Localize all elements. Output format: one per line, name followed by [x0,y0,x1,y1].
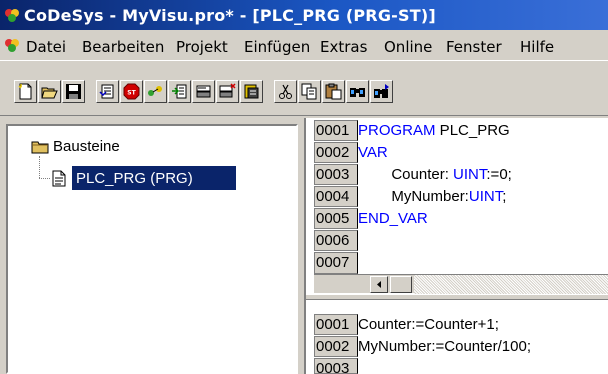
copy-icon [301,83,317,100]
save-button[interactable] [62,80,85,103]
find-icon [350,88,365,97]
body-line-number: 0001 [314,314,358,335]
decl-line-number: 0001 [314,120,358,141]
arrow-left-icon [377,281,381,288]
new-button[interactable] [14,80,37,103]
menu-datei[interactable]: Datei [26,38,66,56]
pou-document-icon [52,170,66,187]
body-line-1[interactable]: Counter:=Counter+1; [358,315,499,334]
window-title: CoDeSys - MyVisu.pro* - [PLC_PRG (PRG-ST… [24,6,436,25]
declaration-hscrollbar[interactable] [314,274,608,294]
step-icon [244,84,259,99]
stop-icon-label: ST [127,90,136,97]
reset-button[interactable] [216,80,239,103]
decl-line-4[interactable]: MyNumber:UINT; [358,187,506,206]
menu-bearbeiten[interactable]: Bearbeiten [82,38,164,56]
run-icon [196,85,211,98]
toolbar: ST [0,60,608,116]
logout-icon [172,84,187,99]
login-button[interactable] [144,80,167,103]
build-button[interactable] [96,80,119,103]
login-icon [148,86,162,96]
body-line-number: 0003 [314,358,358,374]
title-bar[interactable]: CoDeSys - MyVisu.pro* - [PLC_PRG (PRG-ST… [0,0,608,30]
cut-icon [279,84,292,99]
step-button[interactable] [240,80,263,103]
copy-button[interactable] [298,80,321,103]
decl-line-number: 0006 [314,230,358,251]
tree-item-plc-prg[interactable]: PLC_PRG (PRG) [76,170,193,187]
paste-icon [325,83,342,100]
body-line-number: 0002 [314,336,358,357]
decl-line-3[interactable]: Counter: UINT:=0; [358,165,512,184]
editor-splitter[interactable] [306,294,608,300]
menu-projekt[interactable]: Projekt [176,38,228,56]
new-file-icon [18,83,32,100]
paste-button[interactable] [322,80,345,103]
body-line-2[interactable]: MyNumber:=Counter/100; [358,337,531,356]
decl-line-number: 0002 [314,142,358,163]
cut-button[interactable] [274,80,297,103]
menu-fenster[interactable]: Fenster [446,38,502,56]
decl-line-5[interactable]: END_VAR [358,209,428,228]
menu-online[interactable]: Online [384,38,432,56]
scroll-track[interactable] [414,275,608,294]
decl-line-number: 0007 [314,252,358,274]
menu-einfuegen[interactable]: Einfügen [244,38,310,56]
menu-hilfe[interactable]: Hilfe [520,38,554,56]
object-organizer[interactable]: Bausteine PLC_PRG (PRG) [6,124,298,374]
tree-root-bausteine[interactable]: Bausteine [53,138,120,155]
build-icon [99,84,114,99]
decl-line-number: 0003 [314,164,358,185]
open-folder-icon [41,87,58,99]
tree-connector-vertical [39,156,40,178]
scroll-left-button[interactable] [370,276,388,293]
scroll-thumb[interactable] [390,276,412,293]
decl-line-number: 0004 [314,186,358,207]
folder-icon [31,141,49,154]
find-next-button[interactable] [370,80,393,103]
decl-line-1[interactable]: PROGRAM PLC_PRG [358,121,510,140]
stop-icon: ST [123,83,140,100]
open-button[interactable] [38,80,61,103]
decl-line-2[interactable]: VAR [358,143,388,162]
menu-extras[interactable]: Extras [320,38,367,56]
logout-button[interactable] [168,80,191,103]
run-button[interactable] [192,80,215,103]
menu-bar: Datei Bearbeiten Projekt Einfügen Extras… [0,30,608,60]
codesys-app-icon[interactable] [4,7,20,23]
save-icon [66,84,81,99]
find-next-icon [374,84,389,98]
stop-button[interactable]: ST [120,80,143,103]
reset-icon [219,83,236,98]
document-system-menu-icon[interactable] [4,37,20,53]
find-button[interactable] [346,80,369,103]
tree-connector-horizontal [39,178,50,179]
decl-line-number: 0005 [314,208,358,229]
st-editor[interactable]: 0001 PROGRAM PLC_PRG 0002 VAR 0003 Count… [304,118,608,374]
